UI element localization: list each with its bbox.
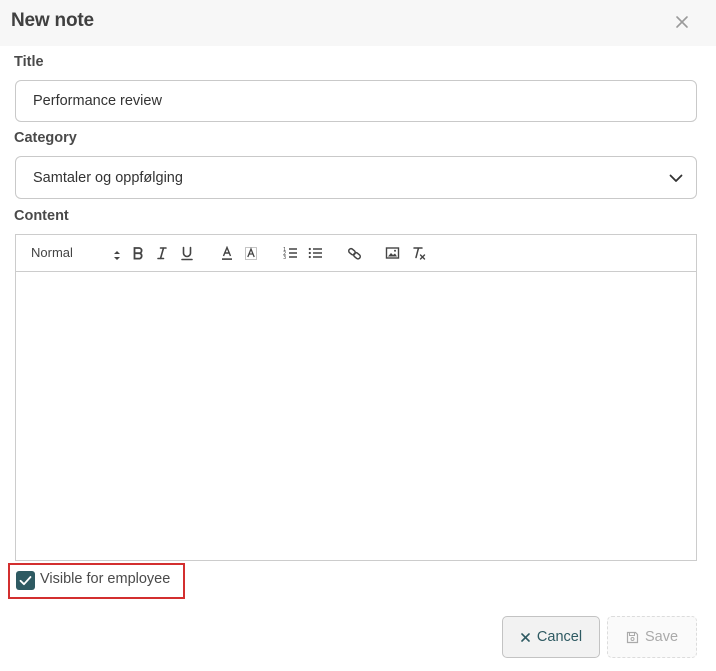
format-select-icon (113, 248, 121, 266)
cancel-button[interactable]: Cancel (502, 616, 600, 658)
format-select-value: Normal (31, 245, 73, 260)
visible-for-employee-checkbox[interactable] (16, 571, 35, 590)
background-color-icon[interactable] (243, 244, 259, 262)
text-color-icon[interactable] (219, 244, 235, 262)
save-icon (626, 631, 639, 644)
rich-text-editor: Normal 123 (15, 234, 697, 561)
editor-toolbar: Normal 123 (16, 235, 696, 272)
visible-for-employee-highlight: Visible for employee (8, 563, 185, 599)
save-button[interactable]: Save (607, 616, 697, 658)
svg-text:3: 3 (283, 255, 286, 260)
visible-for-employee-label[interactable]: Visible for employee (40, 571, 170, 587)
save-button-label: Save (644, 629, 679, 645)
ordered-list-icon[interactable]: 123 (282, 244, 298, 262)
image-icon[interactable] (384, 244, 400, 262)
bullet-list-icon[interactable] (307, 244, 323, 262)
category-select[interactable]: Samtaler og oppfølging (15, 156, 697, 199)
bold-icon[interactable] (130, 244, 146, 262)
dialog-header: New note (0, 0, 716, 46)
cancel-button-label: Cancel (536, 629, 583, 645)
link-icon[interactable] (346, 244, 362, 262)
new-note-dialog: New note Title Category Samtaler og oppf… (0, 0, 716, 671)
close-icon[interactable] (672, 12, 692, 32)
underline-icon[interactable] (179, 244, 195, 262)
title-input[interactable] (15, 80, 697, 122)
category-label: Category (14, 130, 77, 146)
dialog-title: New note (11, 10, 94, 31)
italic-icon[interactable] (154, 244, 170, 262)
chevron-down-icon (669, 171, 683, 185)
content-label: Content (14, 208, 69, 224)
close-icon (520, 632, 531, 643)
category-select-value: Samtaler og oppfølging (33, 170, 183, 186)
title-label: Title (14, 54, 44, 70)
editor-content-area[interactable] (16, 272, 696, 560)
clear-format-icon[interactable] (410, 244, 428, 262)
format-select[interactable]: Normal (31, 244, 120, 262)
